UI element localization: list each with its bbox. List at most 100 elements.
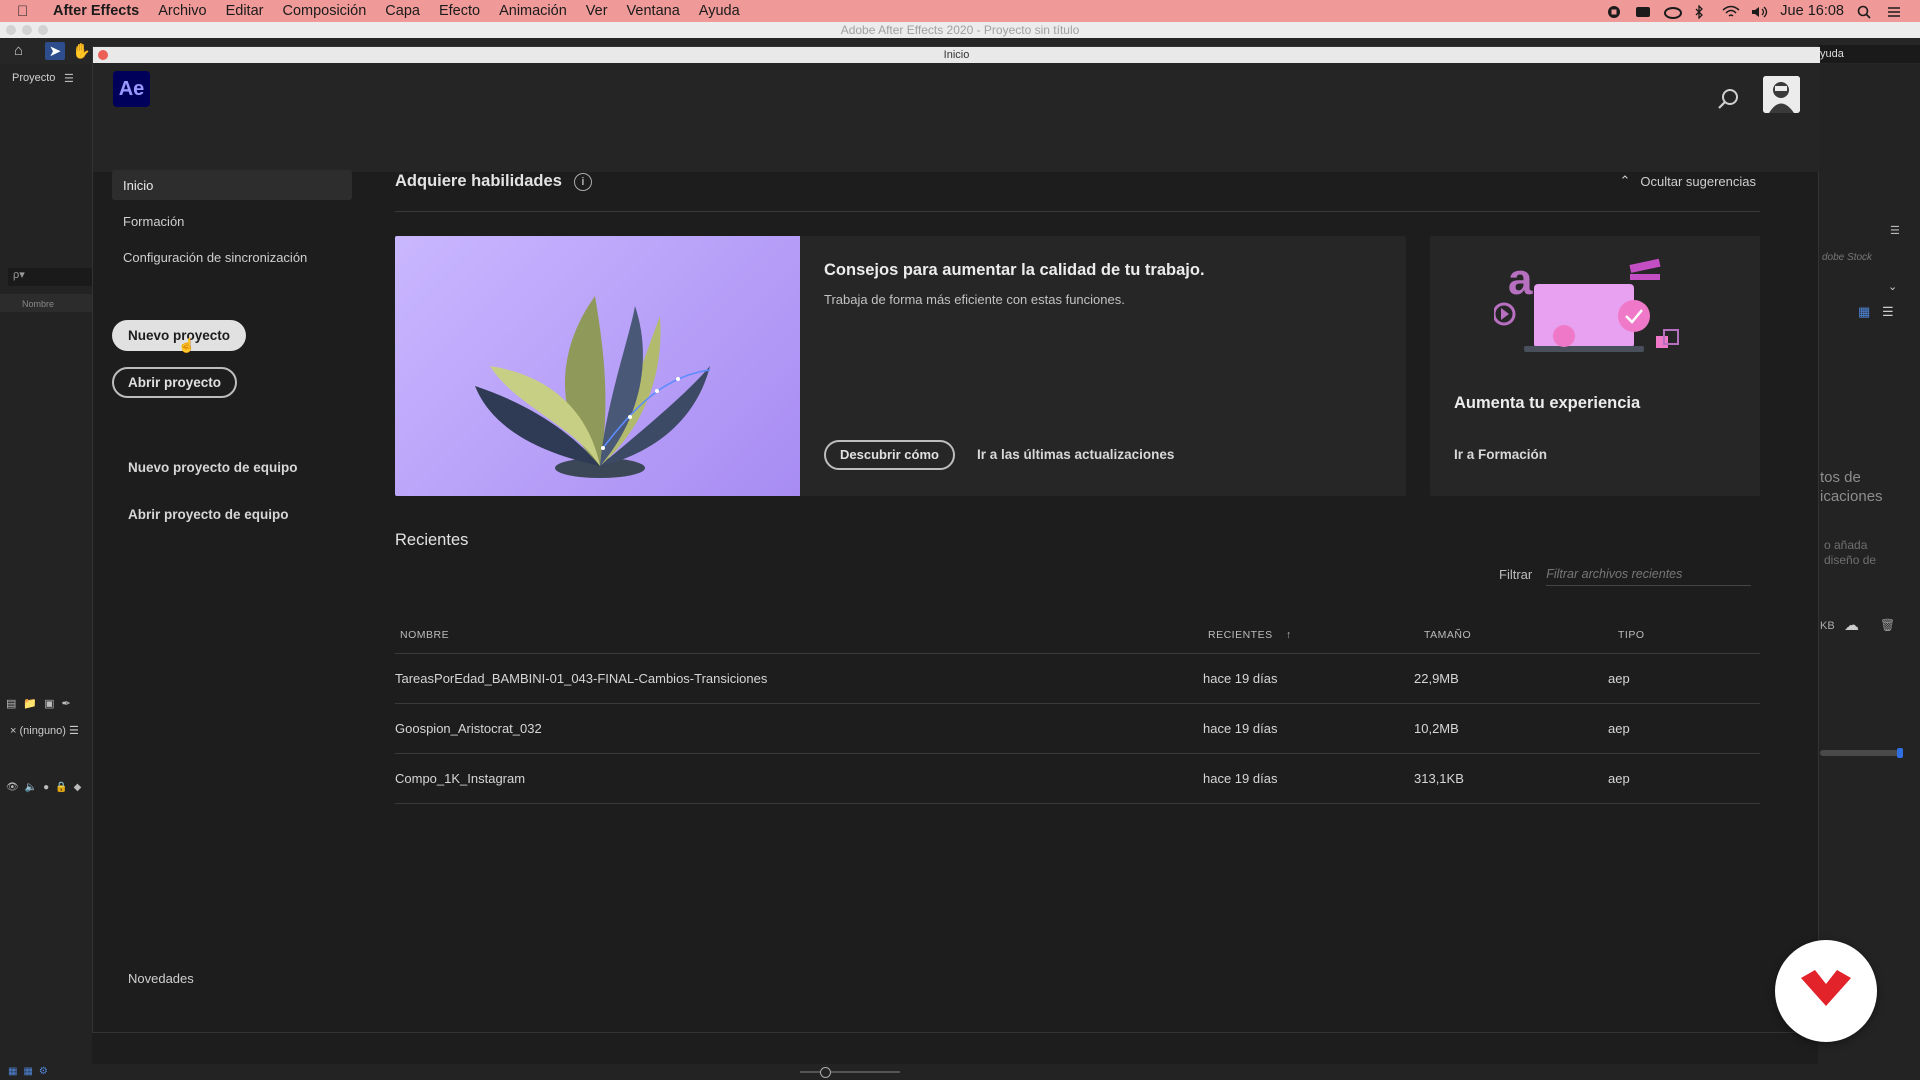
home-header: Ae xyxy=(93,63,1820,172)
tips-card-title: Consejos para aumentar la calidad de tu … xyxy=(824,261,1205,279)
menu-ventana[interactable]: Ventana xyxy=(627,3,680,19)
svg-text:a: a xyxy=(1508,255,1533,304)
hide-suggestions-label: Ocultar sugerencias xyxy=(1640,173,1756,189)
menubar-clock[interactable]: Jue 16:08 xyxy=(1780,3,1844,19)
column-name[interactable]: NOMBRE xyxy=(395,629,1208,641)
lock-icon[interactable]: 🔒 xyxy=(55,782,67,793)
chevron-up-icon: ⌃ xyxy=(1619,173,1631,188)
trash-icon[interactable]: 🗑 xyxy=(1880,618,1895,632)
apple-menu-icon[interactable]:  xyxy=(17,3,39,20)
spotlight-search-icon[interactable] xyxy=(1857,5,1873,19)
table-header: NOMBRE RECIENTES ↑ TAMAÑO TIPO xyxy=(395,617,1760,654)
channel-logo xyxy=(1775,940,1877,1042)
go-to-formacion-link[interactable]: Ir a Formación xyxy=(1454,447,1547,462)
whats-new-link[interactable]: Novedades xyxy=(128,971,194,986)
chevron-down-icon[interactable]: ⌄ xyxy=(1888,280,1897,293)
grid-view-icon[interactable]: ▦ xyxy=(1858,304,1870,320)
table-row[interactable]: Goospion_Aristocrat_032 hace 19 días 10,… xyxy=(395,704,1760,754)
record-icon[interactable] xyxy=(1606,5,1622,18)
file-type: aep xyxy=(1608,671,1630,686)
new-composition-icon[interactable]: ▣ xyxy=(44,697,54,710)
zoom-slider[interactable] xyxy=(800,1067,900,1078)
tips-card-description: Trabaja de forma más eficiente con estas… xyxy=(824,292,1125,307)
column-size[interactable]: TAMAÑO xyxy=(1424,629,1618,641)
hand-tool-icon[interactable]: ✋ xyxy=(72,42,91,60)
menu-composicion[interactable]: Composición xyxy=(282,3,366,19)
menu-bar:  After Effects Archivo Editar Composici… xyxy=(0,0,1920,22)
zoom-dot[interactable] xyxy=(38,25,48,35)
list-view-icon[interactable]: ☰ xyxy=(1882,304,1894,320)
selection-tool-icon[interactable]: ➤ xyxy=(45,42,65,60)
solo-icon[interactable]: ● xyxy=(43,782,49,793)
progress-slider[interactable] xyxy=(1820,748,1903,758)
table-row[interactable]: Compo_1K_Instagram hace 19 días 313,1KB … xyxy=(395,754,1760,804)
bluetooth-icon[interactable] xyxy=(1693,3,1709,20)
info-icon[interactable]: i xyxy=(573,172,592,191)
menu-ver[interactable]: Ver xyxy=(586,3,608,19)
interpret-footage-icon[interactable]: ▤ xyxy=(6,697,16,710)
audio-icon[interactable]: 🔈 xyxy=(25,782,37,793)
menu-ayuda[interactable]: Ayuda xyxy=(699,3,740,19)
menu-capa[interactable]: Capa xyxy=(385,3,420,19)
control-center-icon[interactable] xyxy=(1886,5,1902,18)
file-recent: hace 19 días xyxy=(1203,671,1278,686)
menu-animacion[interactable]: Animación xyxy=(499,3,567,19)
label-icon[interactable]: ◆ xyxy=(74,782,82,793)
menu-efecto[interactable]: Efecto xyxy=(439,3,480,19)
flowchart-icon[interactable]: ▦ xyxy=(23,1066,32,1077)
libraries-hint: o añada diseño de xyxy=(1824,538,1877,567)
filter-input[interactable]: Filtrar archivos recientes xyxy=(1546,567,1752,586)
column-type[interactable]: TIPO xyxy=(1618,629,1758,641)
home-close-button[interactable] xyxy=(98,50,108,60)
panel-menu-icon-right[interactable]: ☰ xyxy=(1890,224,1900,237)
wifi-icon[interactable] xyxy=(1722,5,1740,18)
project-search-input[interactable]: ρ▾ xyxy=(8,268,92,286)
home-icon[interactable]: ⌂ xyxy=(14,42,23,59)
sort-arrow-icon: ↑ xyxy=(1286,629,1292,641)
discover-how-button[interactable]: Descubrir cómo xyxy=(824,440,955,470)
recent-section-title: Recientes xyxy=(395,531,469,549)
latest-updates-link[interactable]: Ir a las últimas actualizaciones xyxy=(977,447,1174,462)
new-folder-icon[interactable]: 📁 xyxy=(23,697,37,710)
timeline-tab[interactable]: × (ninguno) ☰ xyxy=(10,724,79,737)
project-panel-title[interactable]: Proyecto xyxy=(12,72,55,84)
open-project-button[interactable]: Abrir proyecto xyxy=(112,367,238,398)
panel-menu-icon[interactable]: ☰ xyxy=(64,72,74,85)
hide-suggestions-toggle[interactable]: ⌃ Ocultar sugerencias xyxy=(1619,173,1756,189)
close-dot[interactable] xyxy=(6,25,16,35)
nav-item-formacion[interactable]: Formación xyxy=(112,206,352,236)
menu-editar[interactable]: Editar xyxy=(226,3,264,19)
eye-icon[interactable]: 👁 xyxy=(6,782,19,793)
new-team-project-link[interactable]: Nuevo proyecto de equipo xyxy=(128,460,298,475)
nav-item-sync-settings[interactable]: Configuración de sincronización xyxy=(112,242,352,272)
open-team-project-link[interactable]: Abrir proyecto de equipo xyxy=(128,507,289,522)
cloud-icon[interactable]: ☁ xyxy=(1844,616,1859,634)
render-icon[interactable]: ▦ xyxy=(8,1066,17,1077)
file-recent: hace 19 días xyxy=(1203,771,1278,786)
menu-app-name[interactable]: After Effects xyxy=(53,3,139,19)
stock-search-placeholder[interactable]: dobe Stock xyxy=(1822,252,1872,263)
search-icon[interactable] xyxy=(1717,87,1741,111)
pen-icon[interactable]: ✒ xyxy=(62,697,71,710)
column-recent[interactable]: RECIENTES ↑ xyxy=(1208,629,1424,641)
menu-archivo[interactable]: Archivo xyxy=(158,3,206,19)
minimize-dot[interactable] xyxy=(22,25,32,35)
project-panel: Proyecto ☰ ρ▾ Nombre ▤ 📁 ▣ ✒ × (ninguno)… xyxy=(0,64,92,1064)
file-name: TareasPorEdad_BAMBINI-01_043-FINAL-Cambi… xyxy=(395,671,768,686)
nav-item-inicio[interactable]: Inicio xyxy=(112,170,352,200)
name-column-header[interactable]: Nombre xyxy=(0,294,92,312)
menubar-status-area: Jue 16:08 xyxy=(1606,0,1902,22)
layer-switches: 👁 🔈 ● 🔒 ◆ xyxy=(6,782,81,793)
app-window-titlebar: Adobe After Effects 2020 - Proyecto sin … xyxy=(0,22,1920,38)
settings-icon[interactable]: ⚙ xyxy=(39,1066,48,1077)
volume-icon[interactable] xyxy=(1751,5,1768,18)
timeline-tab-label: (ninguno) xyxy=(19,725,66,737)
screen-icon[interactable] xyxy=(1635,5,1651,18)
experience-card-title: Aumenta tu experiencia xyxy=(1454,394,1641,412)
hand-cursor-icon: ☝ xyxy=(178,337,196,353)
table-row[interactable]: TareasPorEdad_BAMBINI-01_043-FINAL-Cambi… xyxy=(395,654,1760,704)
avatar[interactable] xyxy=(1763,76,1800,113)
home-nav: Inicio Formación Configuración de sincro… xyxy=(112,170,352,278)
help-tab[interactable]: yuda xyxy=(1818,45,1920,63)
creative-cloud-icon[interactable] xyxy=(1664,5,1683,19)
